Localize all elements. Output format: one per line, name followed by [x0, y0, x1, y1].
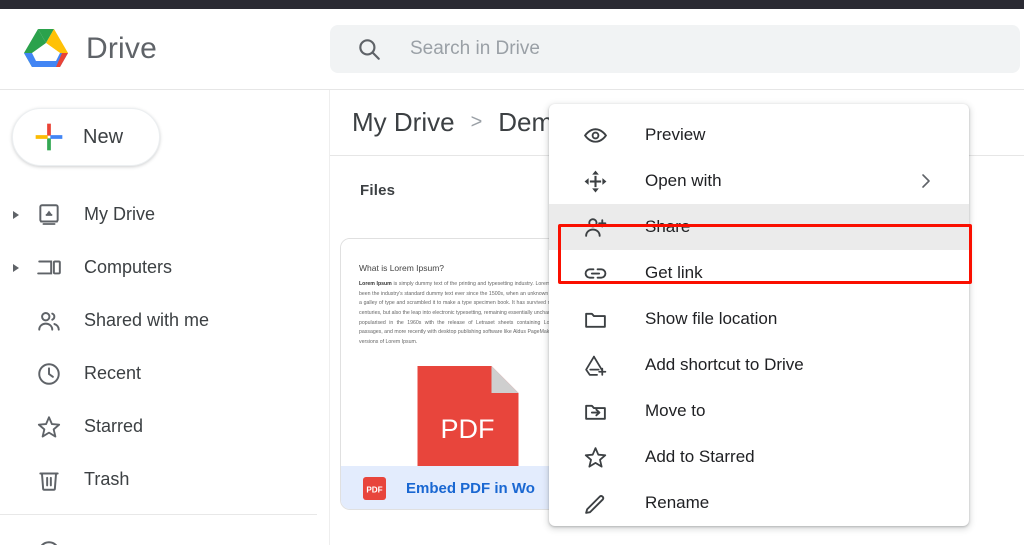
sidebar-label: Starred	[84, 416, 143, 437]
menu-label: Add shortcut to Drive	[645, 355, 804, 375]
search-input[interactable]	[410, 38, 1020, 60]
menu-label: Open with	[645, 171, 722, 191]
sidebar: New My Drive	[0, 90, 330, 545]
sidebar-label: Trash	[84, 469, 129, 490]
menu-label: Show file location	[645, 309, 777, 329]
sidebar-item-shared-with-me[interactable]: Shared with me	[0, 294, 329, 347]
sidebar-item-my-drive[interactable]: My Drive	[0, 188, 329, 241]
eye-icon	[583, 123, 608, 148]
menu-label: Rename	[645, 493, 709, 513]
menu-item-rename[interactable]: Rename	[549, 480, 969, 526]
sidebar-item-recent[interactable]: Recent	[0, 347, 329, 400]
expand-placeholder	[8, 316, 24, 326]
menu-item-share[interactable]: Share	[549, 204, 969, 250]
google-drive-logo	[22, 27, 70, 71]
star-outline-icon	[583, 445, 608, 470]
link-icon	[583, 261, 608, 286]
breadcrumb-separator-icon: >	[471, 111, 483, 134]
pdf-file-icon: PDF	[417, 366, 518, 466]
expand-placeholder	[8, 422, 24, 432]
menu-item-get-link[interactable]: Get link	[549, 250, 969, 296]
expand-triangle-icon[interactable]	[8, 263, 24, 273]
star-icon	[36, 414, 62, 440]
menu-label: Move to	[645, 401, 705, 421]
app-header: Drive	[0, 9, 1024, 90]
brand-title: Drive	[86, 32, 157, 66]
search-icon	[356, 36, 382, 62]
shared-with-me-icon	[36, 308, 62, 334]
menu-label: Preview	[645, 125, 705, 145]
sidebar-item-starred[interactable]: Starred	[0, 400, 329, 453]
storage-icon	[36, 539, 62, 545]
menu-item-add-to-starred[interactable]: Add to Starred	[549, 434, 969, 480]
context-menu: Preview Open with Share	[549, 104, 969, 526]
expand-triangle-icon[interactable]	[8, 210, 24, 220]
menu-item-move-to[interactable]: Move to	[549, 388, 969, 434]
sidebar-label: Shared with me	[84, 310, 209, 331]
plus-icon	[33, 121, 65, 153]
menu-item-preview[interactable]: Preview	[549, 112, 969, 158]
window-top-bar	[0, 0, 1024, 9]
expand-placeholder	[8, 475, 24, 485]
new-button[interactable]: New	[12, 108, 160, 166]
search-bar[interactable]	[330, 25, 1020, 73]
pdf-badge-label: PDF	[440, 414, 494, 444]
sidebar-label: Computers	[84, 257, 172, 278]
menu-label: Get link	[645, 263, 703, 283]
svg-text:PDF: PDF	[366, 485, 382, 494]
trash-icon	[36, 467, 62, 493]
new-button-label: New	[83, 126, 123, 149]
thumbnail-text: is simply dummy text of the printing and…	[359, 281, 576, 345]
computers-icon	[36, 255, 62, 281]
drive-add-icon	[583, 353, 608, 378]
sidebar-label: My Drive	[84, 204, 155, 225]
sidebar-item-storage[interactable]	[0, 525, 329, 545]
brand-area[interactable]: Drive	[0, 27, 330, 71]
expand-placeholder	[8, 369, 24, 379]
sidebar-divider	[0, 514, 317, 515]
sidebar-nav: My Drive Computers	[0, 188, 329, 545]
menu-item-show-file-location[interactable]: Show file location	[549, 296, 969, 342]
clock-icon	[36, 361, 62, 387]
thumbnail-lead: Lorem Ipsum	[359, 281, 392, 287]
open-with-icon	[583, 169, 608, 194]
my-drive-icon	[36, 202, 62, 228]
pdf-chip-icon: PDF	[363, 477, 386, 500]
thumbnail-body: Lorem Ipsum is simply dummy text of the …	[359, 280, 576, 347]
person-add-icon	[583, 215, 608, 240]
drive-app-window: Drive New	[0, 0, 1024, 545]
chevron-right-icon	[921, 173, 931, 189]
file-name-label[interactable]: Embed PDF in Wo	[406, 480, 535, 497]
sidebar-item-computers[interactable]: Computers	[0, 241, 329, 294]
pencil-icon	[583, 491, 608, 516]
breadcrumb-root[interactable]: My Drive	[352, 107, 455, 138]
menu-item-add-shortcut-to-drive[interactable]: Add shortcut to Drive	[549, 342, 969, 388]
sidebar-item-trash[interactable]: Trash	[0, 453, 329, 506]
menu-label: Share	[645, 217, 690, 237]
sidebar-label: Recent	[84, 363, 141, 384]
folder-move-icon	[583, 399, 608, 424]
folder-icon	[583, 307, 608, 332]
menu-item-open-with[interactable]: Open with	[549, 158, 969, 204]
thumbnail-heading: What is Lorem Ipsum?	[359, 263, 576, 273]
menu-label: Add to Starred	[645, 447, 755, 467]
